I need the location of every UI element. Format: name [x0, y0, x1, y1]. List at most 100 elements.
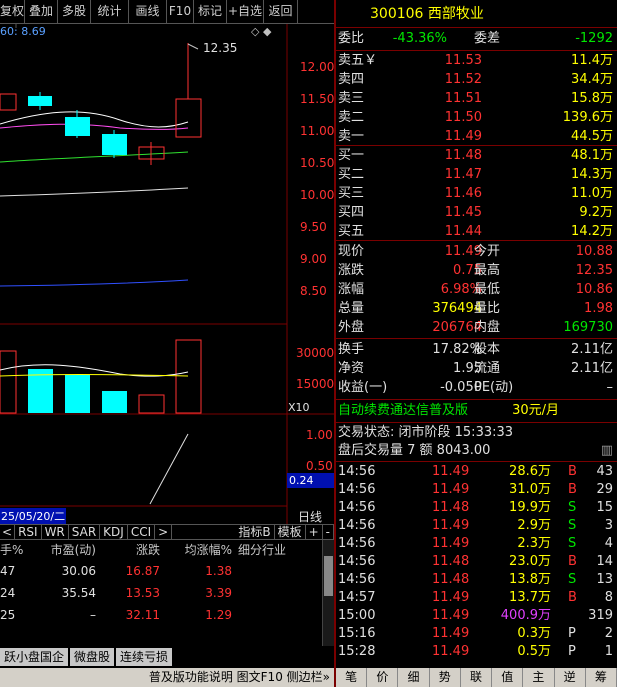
- buy-row[interactable]: 买一 11.48 48.1万: [336, 147, 617, 165]
- buy-row[interactable]: 买四 11.45 9.2万: [336, 204, 617, 222]
- trade-count: 13: [596, 572, 613, 587]
- stat-row: 净资 1.95 流通 2.11亿: [336, 360, 617, 378]
- volume-tick: 30000: [296, 346, 335, 360]
- stock-code: 300106: [370, 6, 424, 22]
- toolbar-button-0[interactable]: 复权: [0, 0, 25, 23]
- buy-price: 11.46: [444, 186, 482, 201]
- toolbar-button-7[interactable]: +自选: [227, 0, 264, 23]
- trade-row[interactable]: 15:00 11.49 400.9万 319: [336, 607, 617, 625]
- tab-sar[interactable]: SAR: [69, 525, 101, 539]
- bottom-tab-5[interactable]: 值: [492, 668, 524, 687]
- trade-direction: B: [568, 482, 577, 497]
- trade-row[interactable]: 14:56 11.48 13.8万 S 13: [336, 571, 617, 589]
- stat-row: 涨幅 6.98% 最低 10.86: [336, 281, 617, 299]
- trade-time: 15:16: [338, 626, 376, 641]
- table-row[interactable]: 47 30.06 16.87 1.38: [0, 560, 322, 582]
- trade-row[interactable]: 14:56 11.49 2.9万 S 3: [336, 517, 617, 535]
- sell-row[interactable]: 卖三 11.51 15.8万: [336, 90, 617, 108]
- tab-kdj[interactable]: KDJ: [100, 525, 128, 539]
- trade-count: 43: [596, 464, 613, 479]
- toolbar-button-3[interactable]: 统计: [91, 0, 129, 23]
- buy-volume: 14.3万: [571, 167, 613, 182]
- buy-row[interactable]: 买五 11.44 14.2万: [336, 223, 617, 241]
- sell-label: 卖一: [338, 129, 365, 144]
- remove-button[interactable]: -: [323, 525, 334, 539]
- sheet-tab-1[interactable]: 跃小盘国企: [0, 648, 71, 666]
- ad-banner[interactable]: 自动续费通达信普及版 30元/月: [336, 402, 617, 422]
- bottom-tab-2[interactable]: 细: [398, 668, 430, 687]
- calendar-icon[interactable]: ▥: [601, 442, 613, 460]
- bottom-tab-3[interactable]: 势: [430, 668, 461, 687]
- toolbar-button-2[interactable]: 多股: [58, 0, 91, 23]
- trade-row[interactable]: 15:28 11.49 0.5万 P 1: [336, 643, 617, 661]
- buy-label: 买三: [338, 186, 365, 201]
- bottom-tab-7[interactable]: 逆: [555, 668, 586, 687]
- sell-row[interactable]: 卖五￥ 11.53 11.4万: [336, 52, 617, 70]
- trade-price: 11.49: [432, 608, 470, 623]
- bottom-tab-1[interactable]: 价: [367, 668, 399, 687]
- table-row[interactable]: 25 – 32.11 1.29: [0, 604, 322, 626]
- trade-row[interactable]: 14:56 11.48 19.9万 S 15: [336, 499, 617, 517]
- toolbar-button-5[interactable]: F10: [167, 0, 194, 23]
- sell-row[interactable]: 卖一 11.49 44.5万: [336, 128, 617, 146]
- toolbar-button-8[interactable]: 返回: [264, 0, 298, 23]
- tab-rsi[interactable]: RSI: [15, 525, 42, 539]
- trade-time: 14:57: [338, 590, 376, 605]
- trade-row[interactable]: 14:56 11.49 31.0万 B 29: [336, 481, 617, 499]
- buy-row[interactable]: 买二 11.47 14.3万: [336, 166, 617, 184]
- stat-value: 10.88: [575, 244, 613, 259]
- trade-row[interactable]: 15:16 11.49 0.3万 P 2: [336, 625, 617, 643]
- trade-row[interactable]: 14:57 11.49 13.7万 B 8: [336, 589, 617, 607]
- buy-price: 11.45: [444, 205, 482, 220]
- bottom-tab-8[interactable]: 筹: [586, 668, 617, 687]
- chart-icons[interactable]: ◇ ◆: [251, 25, 271, 38]
- indicator-value: 0.24: [289, 474, 314, 487]
- buy-row[interactable]: 买三 11.46 11.0万: [336, 185, 617, 203]
- volume-tick: 15000: [296, 377, 335, 391]
- price-tick: 8.50: [300, 284, 327, 298]
- toolbar-button-1[interactable]: 叠加: [25, 0, 58, 23]
- sell-volume: 15.8万: [571, 91, 613, 106]
- trade-row[interactable]: 14:56 11.48 23.0万 B 14: [336, 553, 617, 571]
- bottom-tab-0[interactable]: 笔: [336, 668, 368, 687]
- scroll-thumb[interactable]: [324, 556, 333, 596]
- weibi-row: 委比 -43.36% 委差 -1292: [338, 31, 613, 46]
- trade-time: 14:56: [338, 536, 376, 551]
- trade-price: 11.49: [432, 626, 470, 641]
- sell-row[interactable]: 卖四 11.52 34.4万: [336, 71, 617, 89]
- bottom-tab-6[interactable]: 主: [523, 668, 555, 687]
- sheet-tab-3[interactable]: 连续亏损: [116, 648, 175, 666]
- add-button[interactable]: +: [306, 525, 323, 539]
- stat-value: 1.98: [584, 301, 613, 316]
- stat-value: 11.49: [444, 244, 482, 259]
- bottom-bar[interactable]: 普及版功能说明 图文F10 侧边栏»: [0, 668, 334, 687]
- indicator-arrow[interactable]: <: [0, 525, 16, 539]
- tab-cci[interactable]: CCI: [128, 525, 156, 539]
- table-row[interactable]: 24 35.54 13.53 3.39: [0, 582, 322, 604]
- trade-price: 11.49: [432, 536, 470, 551]
- tab-wr[interactable]: WR: [42, 525, 69, 539]
- kline-chart[interactable]: 60: 8.69 ◇ ◆ 12.35 12.00 11.50 11.00 10.50 1…: [0, 24, 334, 524]
- sheet-tab-2[interactable]: 微盘股: [70, 648, 117, 666]
- period-label[interactable]: 日线: [298, 508, 322, 525]
- trade-row[interactable]: 14:56 11.49 28.6万 B 43: [336, 463, 617, 481]
- trade-price: 11.48: [432, 572, 470, 587]
- toolbar-button-4[interactable]: 画线: [129, 0, 167, 23]
- tab-template[interactable]: 模板: [275, 525, 306, 539]
- stat-value: 1.95: [453, 361, 482, 376]
- table-scrollbar[interactable]: [322, 540, 334, 646]
- sell-volume: 34.4万: [571, 72, 613, 87]
- stat-label: 换手: [338, 342, 365, 357]
- tab-more[interactable]: >: [155, 525, 173, 539]
- trade-volume: 2.9万: [517, 518, 551, 533]
- sell-price: 11.52: [444, 72, 482, 87]
- tab-indicator-b[interactable]: 指标B: [235, 525, 275, 539]
- date-label: 25/05/20/二: [0, 508, 67, 524]
- trade-row[interactable]: 14:56 11.49 2.3万 S 4: [336, 535, 617, 553]
- bottom-tab-4[interactable]: 联: [461, 668, 493, 687]
- trade-time: 14:56: [338, 518, 376, 533]
- sell-price: 11.51: [444, 91, 482, 106]
- toolbar-button-6[interactable]: 标记: [194, 0, 227, 23]
- trade-count: 2: [604, 626, 613, 641]
- sell-row[interactable]: 卖二 11.50 139.6万: [336, 109, 617, 127]
